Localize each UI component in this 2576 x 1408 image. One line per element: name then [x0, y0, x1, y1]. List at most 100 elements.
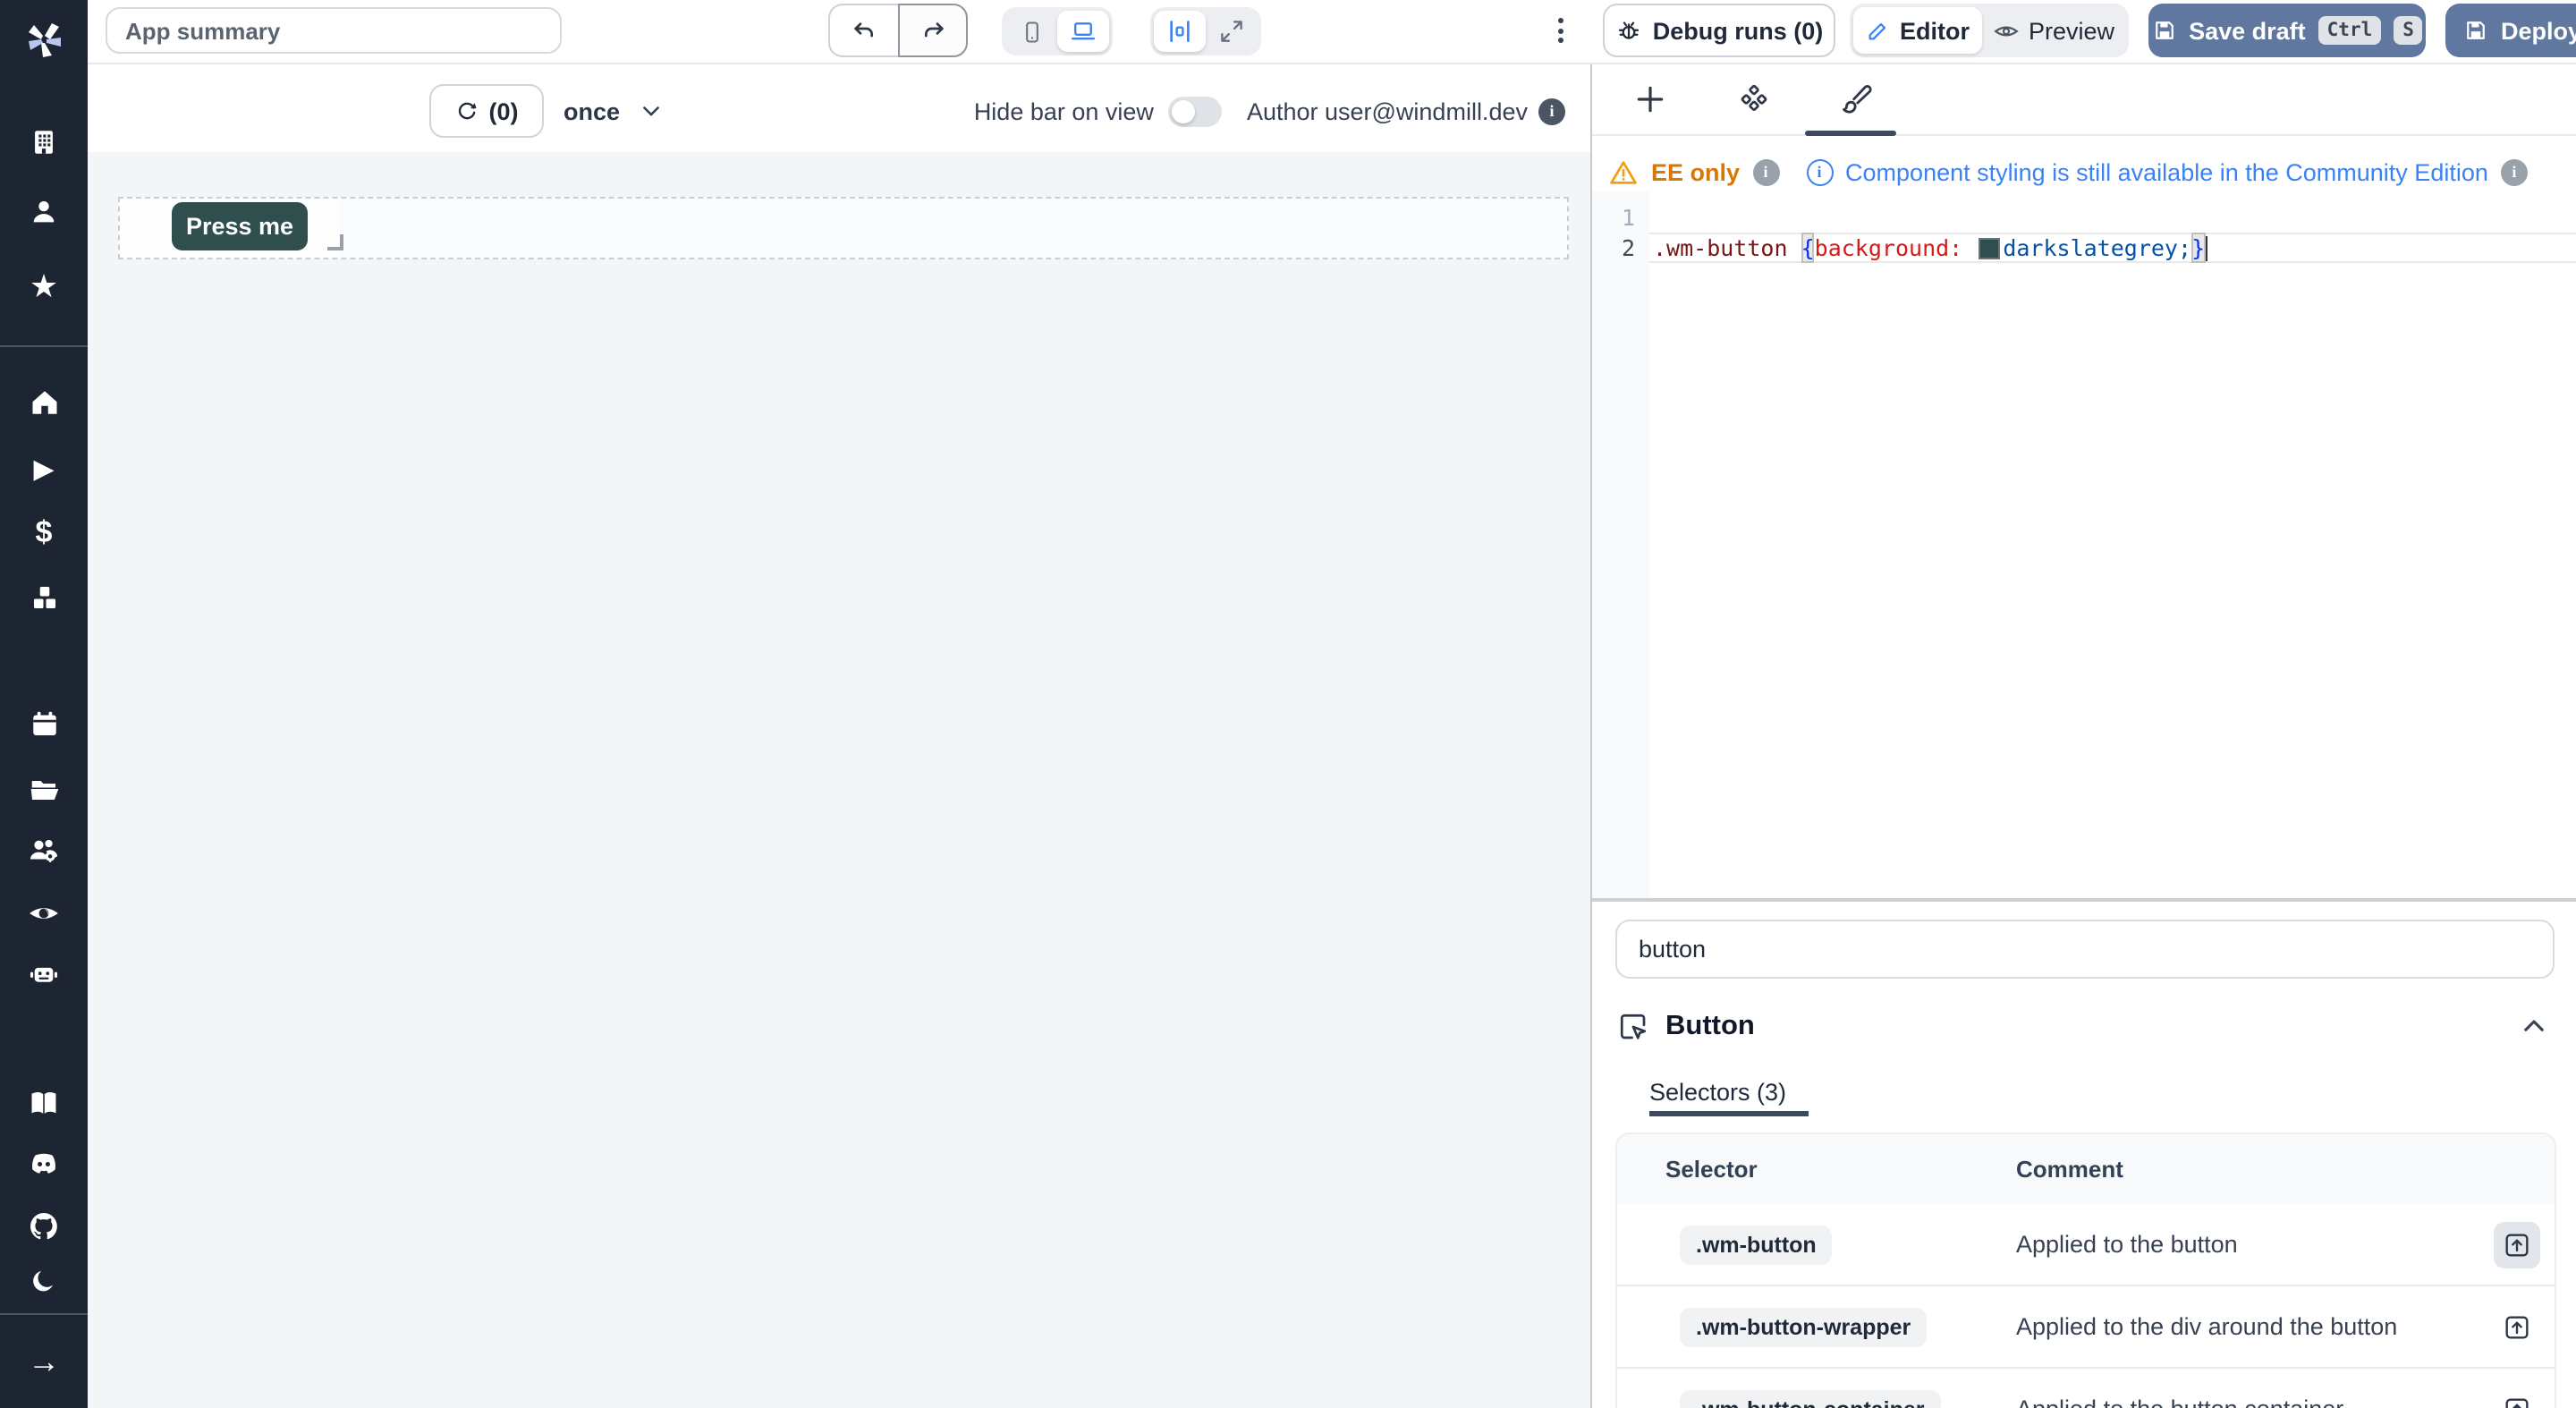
preview-eye-icon	[1993, 17, 2020, 44]
sidebar-item-theme-toggle[interactable]	[0, 1265, 88, 1297]
chevron-down-icon	[638, 98, 663, 123]
sidebar-expand-button[interactable]: →	[0, 1345, 88, 1378]
sidebar-divider	[0, 345, 88, 347]
ee-notice-row: EE only i i Component styling is still a…	[1608, 152, 2528, 191]
debug-runs-label: Debug runs (0)	[1653, 17, 1824, 44]
selector-comment: Applied to the button	[2016, 1231, 2555, 1258]
home-icon	[28, 386, 60, 419]
sidebar-item-runs[interactable]: ▶	[0, 453, 88, 485]
sidebar-item-variables[interactable]: $	[0, 515, 88, 547]
css-property-token: background:	[1815, 233, 1963, 263]
panel-tabs	[1592, 63, 2576, 136]
deploy-label: Deploy	[2501, 17, 2576, 44]
css-rule-line[interactable]: .wm-button {background: darkslategrey;}	[1653, 233, 2207, 263]
undo-button[interactable]	[828, 4, 898, 57]
more-options-button[interactable]	[1546, 13, 1574, 48]
button-section-header[interactable]: Button	[1617, 1007, 1755, 1047]
canvas-grid[interactable]: Press me	[88, 152, 1590, 1408]
schedule-mode-dropdown[interactable]: once	[564, 84, 663, 138]
press-me-button[interactable]: Press me	[172, 201, 308, 250]
app-summary-input[interactable]	[106, 7, 562, 54]
pencil-icon	[1866, 18, 1891, 43]
folder-open-icon	[28, 773, 60, 805]
debug-runs-button[interactable]: Debug runs (0)	[1603, 4, 1835, 57]
tab-selectors[interactable]: Selectors (3)	[1649, 1079, 1786, 1106]
redo-button[interactable]	[898, 4, 968, 57]
info-icon[interactable]: i	[1538, 98, 1565, 124]
undo-redo-group	[828, 4, 968, 57]
arrow-up-square-icon	[2503, 1230, 2531, 1259]
mobile-view-button[interactable]	[1005, 11, 1057, 52]
sidebar-divider	[0, 1313, 88, 1315]
editor-preview-toggle: Editor Preview	[1850, 4, 2129, 57]
fullscreen-button[interactable]	[1206, 11, 1258, 52]
selectors-table: Selector Comment .wm-button Applied to t…	[1615, 1132, 2556, 1408]
collapse-section-button[interactable]	[2515, 1007, 2551, 1043]
building-icon	[29, 126, 59, 157]
refresh-button[interactable]: (0)	[429, 84, 544, 138]
center-content-button[interactable]	[1154, 11, 1206, 52]
tab-components[interactable]	[1735, 81, 1771, 116]
component-search-input[interactable]	[1615, 920, 2555, 979]
expand-icon	[1218, 18, 1245, 45]
css-code-editor[interactable]: 1 2 .wm-button {background: darkslategre…	[1592, 191, 2576, 898]
save-draft-button[interactable]: Save draft Ctrl S	[2148, 4, 2426, 57]
users-gear-icon	[27, 833, 61, 867]
sidebar-item-workspace[interactable]	[0, 125, 88, 157]
button-component-cell[interactable]: Press me	[120, 199, 342, 258]
component-pointer-icon	[1617, 1011, 1649, 1043]
arrow-right-icon: →	[28, 1345, 60, 1378]
section-title: Button	[1665, 1011, 1755, 1043]
play-icon: ▶	[33, 455, 54, 482]
deploy-save-icon	[2463, 18, 2488, 43]
windmill-logo-icon	[21, 16, 67, 63]
selector-comment: Applied to the button container	[2016, 1395, 2555, 1408]
editor-tab-label: Editor	[1900, 17, 1970, 44]
ee-info-icon[interactable]: i	[1752, 158, 1779, 185]
sidebar-item-groups[interactable]	[0, 834, 88, 866]
canvas-toolbar: (0) once Hide bar on view Author user@wi…	[88, 63, 1590, 152]
sidebar-item-user[interactable]	[0, 195, 88, 227]
copy-selector-button[interactable]	[2494, 1386, 2540, 1408]
selectors-tab-underline	[1649, 1111, 1809, 1116]
sidebar-item-folders[interactable]	[0, 773, 88, 805]
tab-preview[interactable]: Preview	[1982, 7, 2125, 54]
topbar: Debug runs (0) Editor Preview Save draft…	[88, 0, 2576, 64]
discord-icon	[27, 1146, 61, 1180]
copy-selector-button[interactable]	[2494, 1221, 2540, 1268]
tab-add-component[interactable]	[1631, 81, 1667, 116]
sidebar-item-favorites[interactable]: ★	[0, 270, 88, 302]
tab-editor[interactable]: Editor	[1853, 7, 1982, 54]
table-header: Selector Comment	[1617, 1134, 2555, 1204]
table-row: .wm-button-wrapper Applied to the div ar…	[1617, 1285, 2555, 1367]
notice-extra-info-icon[interactable]: i	[2501, 158, 2528, 185]
chevron-up-icon	[2518, 1010, 2548, 1040]
calendar-icon	[28, 708, 60, 741]
laptop-icon	[1068, 18, 1098, 45]
hide-bar-toggle[interactable]	[1168, 96, 1222, 126]
copy-selector-button[interactable]	[2494, 1303, 2540, 1350]
redo-icon	[919, 16, 947, 45]
deploy-button[interactable]: Deploy	[2445, 4, 2576, 57]
eye-icon	[27, 895, 61, 929]
semicolon-token: ;	[2178, 233, 2191, 263]
sidebar-item-workers[interactable]	[0, 957, 88, 989]
sidebar-item-resources[interactable]	[0, 581, 88, 614]
windmill-logo-icon[interactable]	[0, 14, 88, 64]
desktop-view-button[interactable]	[1057, 11, 1109, 52]
sidebar-item-discord[interactable]	[0, 1147, 88, 1179]
sidebar-item-docs[interactable]	[0, 1086, 88, 1118]
color-swatch[interactable]	[1978, 237, 1999, 259]
plus-icon	[1632, 81, 1666, 115]
undo-icon	[850, 16, 878, 45]
author-label: Author user@windmill.dev	[1247, 98, 1528, 124]
refresh-count: (0)	[489, 98, 519, 124]
sidebar-item-audit-logs[interactable]	[0, 896, 88, 929]
sidebar-item-home[interactable]	[0, 386, 88, 419]
selector-badge: .wm-button-container	[1680, 1389, 1941, 1408]
tab-styling[interactable]	[1839, 81, 1875, 116]
sidebar-item-github[interactable]	[0, 1209, 88, 1242]
resize-handle[interactable]	[327, 234, 343, 250]
sidebar-item-schedules[interactable]	[0, 708, 88, 741]
active-tab-underline	[1805, 131, 1896, 136]
